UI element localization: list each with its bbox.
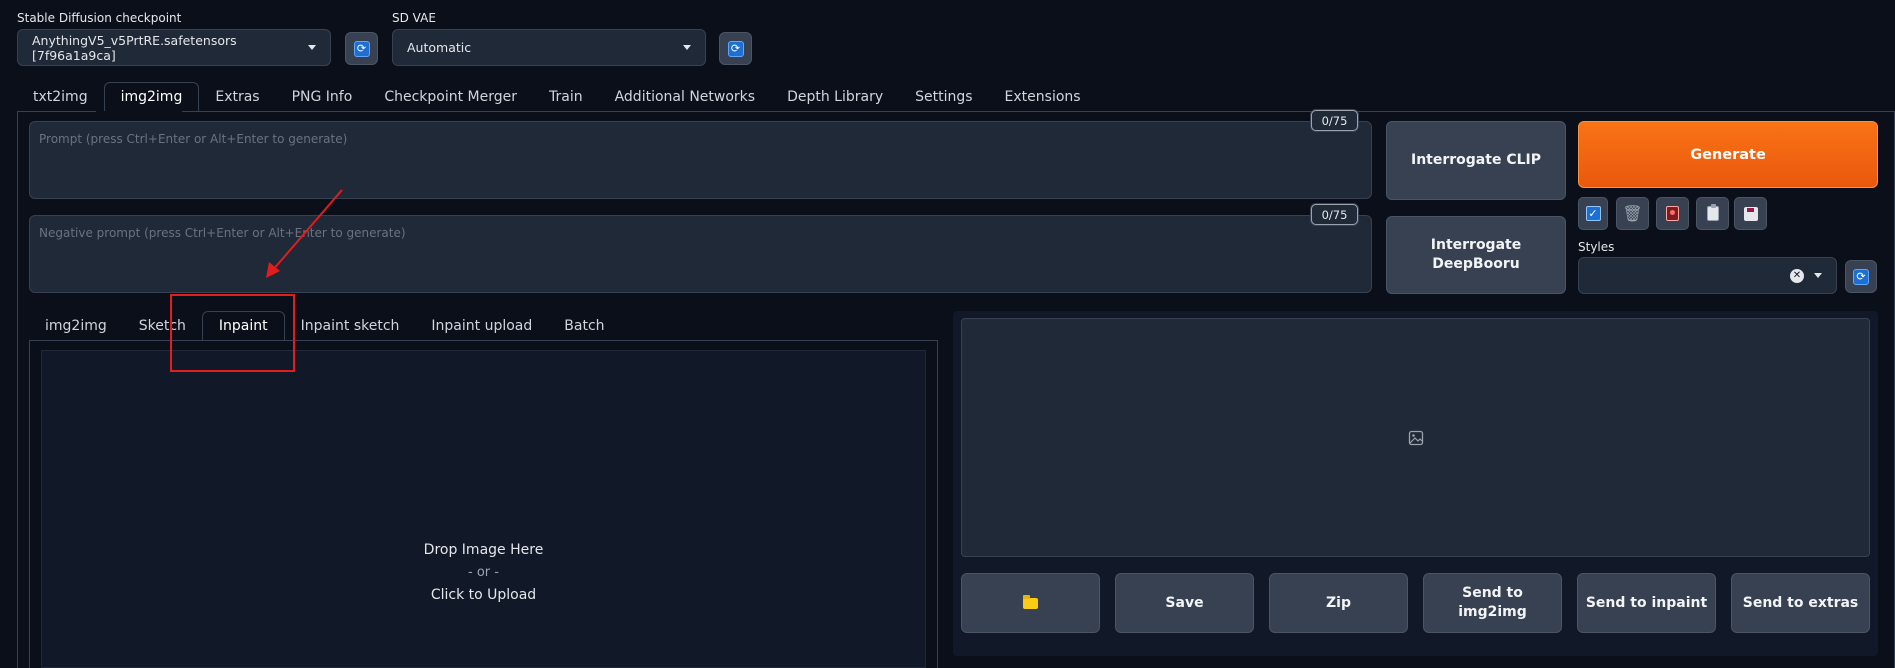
tab-train[interactable]: Train: [533, 82, 599, 112]
show-extra-networks-button[interactable]: [1656, 197, 1689, 230]
refresh-icon: ⟳: [353, 40, 370, 57]
vae-value: Automatic: [407, 40, 472, 55]
checkpoint-value: AnythingV5_v5PrtRE.safetensors [7f96a1a9…: [32, 32, 237, 63]
upload-line-3: Click to Upload: [430, 587, 537, 603]
negative-prompt-token-counter: 0/75: [1311, 204, 1358, 225]
paste-button[interactable]: [1696, 197, 1729, 230]
annotation-arrow-icon: [266, 189, 343, 278]
vae-refresh-button[interactable]: ⟳: [719, 32, 752, 65]
upload-line-2: - or -: [468, 565, 499, 580]
send-to-inpaint-button[interactable]: Send to inpaint: [1577, 573, 1716, 633]
save-style-button[interactable]: [1734, 197, 1767, 230]
interrogate-deepbooru-button[interactable]: Interrogate DeepBooru: [1386, 216, 1566, 294]
red-card-icon: [1666, 206, 1679, 221]
clipboard-icon: [1706, 204, 1719, 221]
open-folder-button[interactable]: [961, 573, 1100, 633]
folder-icon: [1023, 594, 1038, 609]
vae-label: SD VAE: [392, 11, 436, 25]
checkpoint-label: Stable Diffusion checkpoint: [17, 11, 182, 25]
styles-refresh-button[interactable]: ⟳: [1845, 260, 1877, 293]
checkpoint-dropdown[interactable]: AnythingV5_v5PrtRE.safetensors [7f96a1a9…: [17, 29, 331, 66]
checkpoint-refresh-button[interactable]: ⟳: [345, 32, 378, 65]
zip-button[interactable]: Zip: [1269, 573, 1408, 633]
vae-dropdown[interactable]: Automatic: [392, 29, 706, 66]
styles-label: Styles: [1578, 240, 1615, 254]
save-button[interactable]: Save: [1115, 573, 1254, 633]
subtab-img2img[interactable]: img2img: [29, 311, 123, 341]
chevron-down-icon: [683, 45, 691, 50]
send-to-extras-button[interactable]: Send to extras: [1731, 573, 1870, 633]
refresh-icon: ⟳: [1853, 268, 1869, 285]
send-to-img2img-button[interactable]: Send to img2img: [1423, 573, 1562, 633]
apply-style-button[interactable]: ✓: [1578, 197, 1608, 230]
chevron-down-icon: [1814, 273, 1822, 278]
refresh-icon: ⟳: [727, 40, 744, 57]
annotation-highlight-box: [170, 294, 295, 372]
tab-settings[interactable]: Settings: [899, 82, 988, 112]
main-tab-bar: txt2img img2img Extras PNG Info Checkpoi…: [17, 82, 1097, 112]
tab-extensions[interactable]: Extensions: [989, 82, 1097, 112]
subtab-batch[interactable]: Batch: [548, 311, 620, 341]
prompt-token-counter: 0/75: [1311, 110, 1358, 131]
trash-icon: 🗑: [1622, 204, 1643, 223]
upload-line-1: Drop Image Here: [423, 542, 544, 558]
image-icon: [1408, 430, 1423, 445]
generate-button[interactable]: Generate: [1578, 121, 1878, 188]
image-upload-area[interactable]: Drop Image Here - or - Click to Upload: [41, 350, 926, 668]
tab-txt2img[interactable]: txt2img: [17, 82, 104, 112]
negative-prompt-input[interactable]: Negative prompt (press Ctrl+Enter or Alt…: [29, 215, 1372, 293]
styles-dropdown[interactable]: ✕: [1578, 257, 1837, 294]
subtab-inpaint-sketch[interactable]: Inpaint sketch: [285, 311, 416, 341]
checkbox-icon: ✓: [1585, 206, 1601, 221]
tab-png-info[interactable]: PNG Info: [276, 82, 369, 112]
img2img-mode-tab-bar: img2img Sketch Inpaint Inpaint sketch In…: [29, 311, 621, 341]
floppy-disk-icon: [1743, 206, 1758, 221]
prompt-input[interactable]: Prompt (press Ctrl+Enter or Alt+Enter to…: [29, 121, 1372, 199]
clear-icon[interactable]: ✕: [1790, 268, 1804, 283]
tab-depth-library[interactable]: Depth Library: [771, 82, 899, 112]
tab-extras[interactable]: Extras: [199, 82, 275, 112]
chevron-down-icon: [308, 45, 316, 50]
output-gallery[interactable]: [961, 318, 1870, 557]
tab-additional-networks[interactable]: Additional Networks: [599, 82, 771, 112]
tab-checkpoint-merger[interactable]: Checkpoint Merger: [368, 82, 533, 112]
subtab-inpaint-upload[interactable]: Inpaint upload: [415, 311, 548, 341]
interrogate-clip-button[interactable]: Interrogate CLIP: [1386, 121, 1566, 200]
tab-img2img[interactable]: img2img: [103, 82, 200, 112]
clear-prompt-button[interactable]: 🗑: [1616, 197, 1649, 230]
